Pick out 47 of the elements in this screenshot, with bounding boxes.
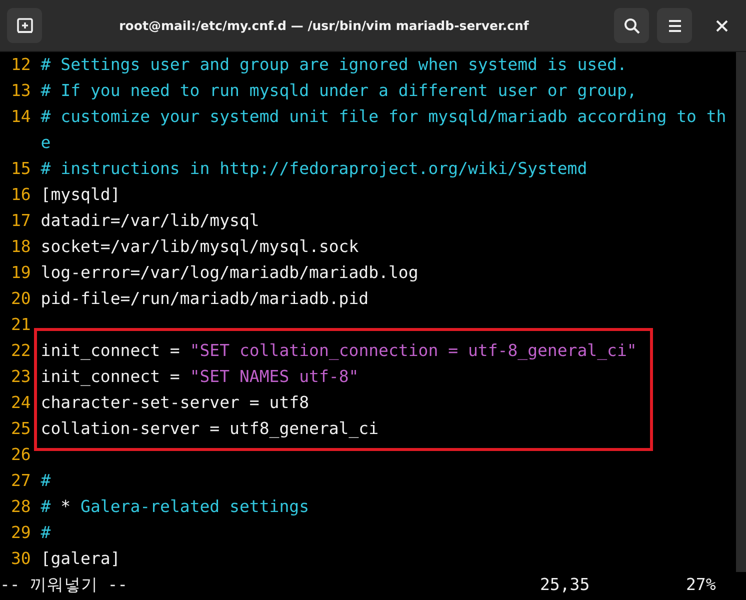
code-line: pid-file=/run/mariadb/mariadb.pid — [40, 288, 370, 310]
line-number: 19 — [11, 262, 32, 284]
code-line: collation-server = utf8_general_ci — [40, 418, 380, 440]
line-number: 20 — [11, 288, 32, 310]
line-number: 13 — [11, 80, 32, 102]
line-number: 18 — [11, 236, 32, 258]
code-line: init_connect = "SET collation_connection = utf-8_general_ci" — [40, 340, 638, 362]
line-number: 14 — [11, 106, 32, 128]
code-line: [galera] — [40, 548, 122, 570]
line-number: 29 — [11, 522, 32, 544]
code-line: socket=/var/lib/mysql/mysql.sock — [40, 236, 360, 258]
code-line: # instructions in http://fedoraproject.org/wiki/Systemd — [40, 158, 588, 180]
code-line: # — [40, 470, 52, 492]
code-line: init_connect = "SET NAMES utf-8" — [40, 366, 360, 388]
cursor-position: 25,35 — [540, 574, 591, 596]
search-icon — [622, 16, 640, 34]
scroll-percent: 27% — [686, 574, 717, 596]
code-line: datadir=/var/lib/mysql — [40, 210, 260, 232]
window-title: root@mail:/etc/my.cnf.d — /usr/bin/vim mariadb-server.cnf — [118, 18, 530, 33]
line-number: 21 — [11, 314, 32, 336]
menu-button[interactable] — [657, 8, 692, 43]
code-line: # customize your systemd unit file for mysqld/mariadb according to the — [40, 106, 728, 154]
code-line: # — [40, 522, 52, 544]
code-line: # * Galera-related settings — [40, 496, 310, 518]
line-number: 28 — [11, 496, 32, 518]
line-number: 25 — [11, 418, 32, 440]
line-number: 24 — [11, 392, 32, 414]
code-line: [mysqld] — [40, 184, 122, 206]
code-line: # If you need to run mysqld under a different user or group, — [40, 80, 638, 102]
new-tab-icon — [16, 16, 34, 34]
close-icon — [716, 20, 728, 32]
line-number: 15 — [11, 158, 32, 180]
code-line: character-set-server = utf8 — [40, 392, 310, 414]
menu-icon — [666, 18, 682, 32]
line-number: 26 — [11, 444, 32, 466]
line-number: 30 — [11, 548, 32, 570]
line-number: 17 — [11, 210, 32, 232]
code-line: log-error=/var/log/mariadb/mariadb.log — [40, 262, 420, 284]
line-number: 22 — [11, 340, 32, 362]
line-number: 27 — [11, 470, 32, 492]
line-number: 23 — [11, 366, 32, 388]
new-tab-button[interactable] — [7, 8, 42, 43]
line-number: 16 — [11, 184, 32, 206]
line-number: 12 — [11, 54, 32, 76]
mode-indicator: -- 끼워넣기 -- — [0, 574, 129, 596]
code-line: # Settings user and group are ignored when systemd is used. — [40, 54, 628, 76]
search-button[interactable] — [614, 8, 649, 43]
